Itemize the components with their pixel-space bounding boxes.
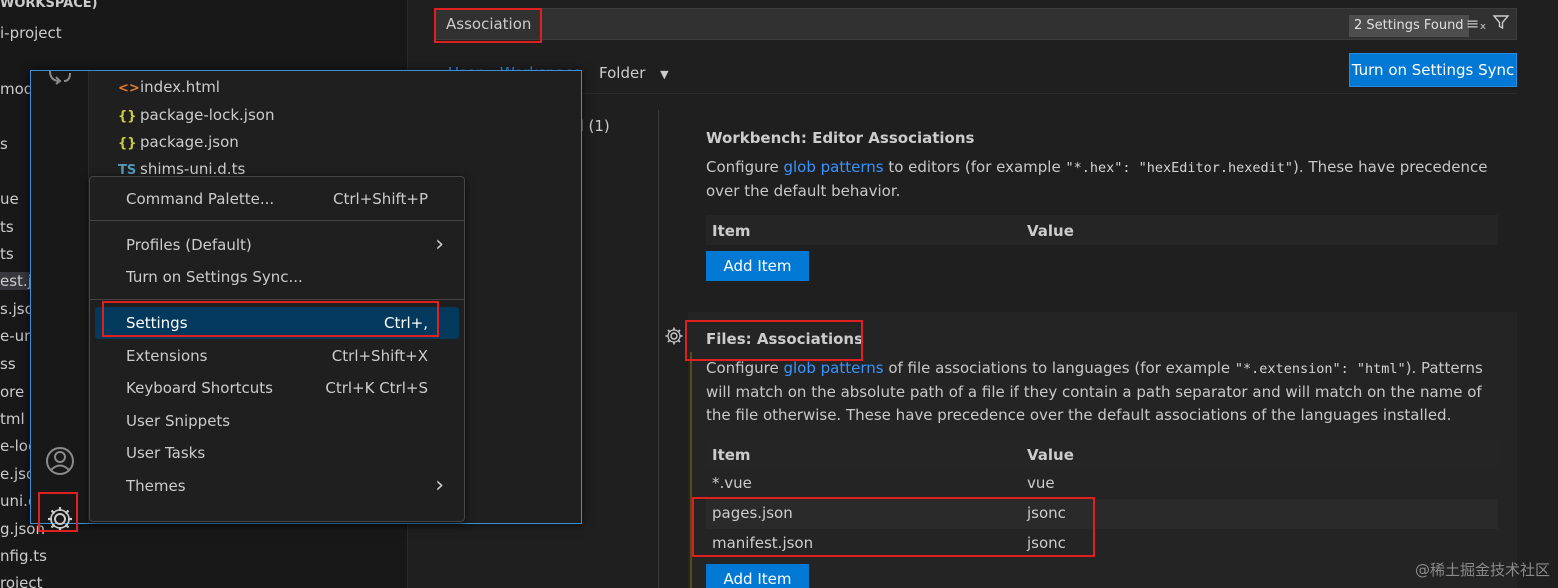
menu-item[interactable]: Command Palette... Ctrl+Shift+P [90, 183, 464, 215]
annotation-box-json-rows [692, 497, 1095, 557]
column-header-item: Item [712, 446, 751, 464]
setting-name: Editor Associations [812, 129, 975, 147]
desc-text: Configure [706, 359, 784, 377]
explorer-item[interactable]: ss [0, 355, 16, 373]
manage-menu: Command Palette... Ctrl+Shift+P Profiles (… [89, 176, 465, 522]
explorer-item[interactable]: ore [0, 383, 24, 401]
sync-icon[interactable] [46, 69, 74, 89]
menu-item[interactable]: Keyboard Shortcuts Ctrl+K Ctrl+S [90, 372, 464, 404]
explorer-item[interactable]: ts [0, 218, 14, 236]
gear-icon[interactable] [664, 326, 684, 350]
toc-divider [658, 110, 659, 588]
tab-folder[interactable]: Folder ▼ [599, 64, 669, 82]
annotation-box-manage [38, 492, 78, 532]
add-item-button[interactable]: Add Item [706, 251, 809, 281]
annotation-box-search [434, 8, 542, 43]
watermark: @稀土掘金技术社区 [1414, 561, 1550, 579]
json-file-icon: {} [118, 136, 137, 151]
menu-item-label: Keyboard Shortcuts [126, 379, 273, 397]
menu-item-label: User Tasks [126, 444, 206, 462]
explorer-item[interactable]: i-project [0, 24, 62, 42]
menu-item[interactable]: User Tasks [90, 437, 464, 469]
file-list-item[interactable]: {} package-lock.json [118, 106, 274, 124]
chevron-right-icon: › [435, 232, 444, 257]
activity-bar [31, 69, 89, 531]
menu-item-shortcut: Ctrl+Shift+X [331, 347, 428, 365]
menu-item-label: Turn on Settings Sync... [126, 268, 303, 286]
menu-item[interactable]: Themes › [90, 470, 464, 502]
menu-separator [90, 299, 464, 300]
menu-item-label: Command Palette... [126, 190, 275, 208]
glob-patterns-link[interactable]: glob patterns [783, 158, 883, 176]
table-header: Item Value [706, 215, 1498, 245]
menu-item-label: Profiles (Default) [126, 236, 252, 254]
menu-item[interactable]: Extensions Ctrl+Shift+X [90, 340, 464, 372]
menu-item[interactable]: Turn on Settings Sync... [90, 261, 464, 293]
table-row[interactable]: *.vue vue [706, 469, 1498, 499]
setting-description-files-associations: Configure glob patterns of file associat… [706, 357, 1506, 427]
account-icon[interactable] [44, 445, 76, 481]
menu-item-shortcut: Ctrl+Shift+P [333, 190, 428, 208]
desc-text: Configure [706, 158, 784, 176]
setting-category: Workbench: [706, 129, 813, 147]
file-list-item[interactable]: <>index.html [118, 78, 220, 96]
glob-patterns-link[interactable]: glob patterns [783, 359, 883, 377]
tabs-divider [434, 93, 1517, 94]
table-header: Item Value [706, 439, 1498, 469]
filter-icon[interactable] [1492, 13, 1510, 35]
column-header-item: Item [712, 222, 751, 240]
turn-on-settings-sync-button[interactable]: Turn on Settings Sync [1349, 53, 1517, 87]
menu-item[interactable]: Profiles (Default) › [90, 229, 464, 261]
file-list-item[interactable]: {} package.json [118, 133, 239, 151]
file-name: package-lock.json [140, 106, 275, 124]
explorer-item[interactable]: tml [0, 410, 25, 428]
annotation-box-files-associations [685, 320, 863, 361]
annotation-box-settings-menu-item [102, 301, 439, 337]
explorer-item[interactable]: nfig.ts [0, 547, 47, 565]
settings-found-badge: 2 Settings Found [1349, 15, 1469, 37]
desc-text: to editors (for example [883, 158, 1066, 176]
json-file-icon: {} [118, 109, 137, 124]
column-header-value: Value [1027, 222, 1074, 240]
explorer-item[interactable]: roject [0, 574, 43, 588]
setting-description-editor-associations: Configure glob patterns to editors (for … [706, 156, 1506, 203]
row-item: *.vue [712, 474, 752, 492]
explorer-workspace-header[interactable]: WORKSPACE) [0, 0, 98, 11]
menu-item-label: Extensions [126, 347, 208, 365]
desc-code: "*.extension": "html" [1234, 361, 1406, 377]
explorer-item[interactable]: ts [0, 245, 14, 263]
explorer-item[interactable]: ue [0, 190, 19, 208]
desc-code: "*.hex": "hexEditor.hexedit" [1065, 160, 1294, 176]
file-name: package.json [140, 133, 239, 151]
file-name: index.html [140, 78, 220, 96]
menu-item-label: User Snippets [126, 412, 231, 430]
desc-text: of file associations to languages (for e… [883, 359, 1235, 377]
chevron-down-icon: ▼ [660, 68, 669, 81]
add-item-button[interactable]: Add Item [706, 564, 809, 588]
menu-separator [90, 220, 464, 221]
chevron-right-icon: › [435, 473, 444, 498]
setting-title-editor-associations: Workbench: Editor Associations [706, 129, 974, 147]
column-header-value: Value [1027, 446, 1074, 464]
row-value: vue [1027, 474, 1055, 492]
tab-folder-label: Folder [599, 64, 646, 82]
menu-item-shortcut: Ctrl+K Ctrl+S [325, 379, 428, 397]
clear-filter-icon[interactable]: ≡ₓ [1466, 14, 1487, 33]
html-file-icon: <> [118, 81, 140, 96]
menu-item-label: Themes [126, 477, 186, 495]
menu-item[interactable]: User Snippets [90, 405, 464, 437]
explorer-item[interactable]: s [0, 135, 8, 153]
